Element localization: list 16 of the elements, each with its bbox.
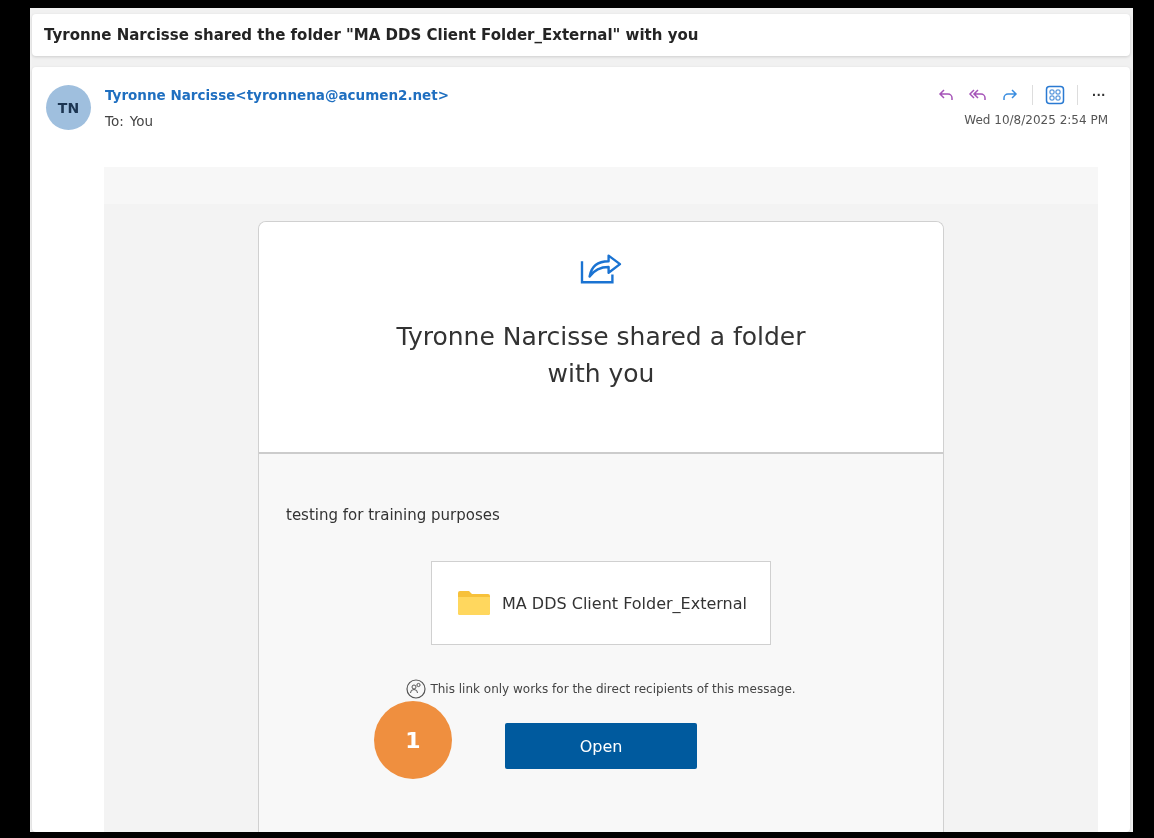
avatar: TN <box>46 85 91 130</box>
people-icon <box>406 679 427 699</box>
to-label: To: <box>105 113 124 129</box>
apps-icon[interactable] <box>1045 85 1065 105</box>
recipient: You <box>129 113 154 129</box>
open-button[interactable]: Open <box>505 723 697 769</box>
sender-link[interactable]: Tyronne Narcisse<tyronnena@acumen2.net> <box>105 87 922 103</box>
step-badge: 1 <box>374 701 452 779</box>
share-heading: Tyronne Narcisse shared a folder with you <box>395 321 807 390</box>
sent-date: Wed 10/8/2025 2:54 PM <box>964 113 1108 127</box>
link-notice: This link only works for the direct recipients of this message. <box>430 682 796 696</box>
share-message: testing for training purposes <box>286 506 500 524</box>
folder-link[interactable]: MA DDS Client Folder_External <box>431 561 771 645</box>
more-button[interactable]: ··· <box>1090 87 1108 103</box>
email-subject: Tyronne Narcisse shared the folder "MA DDS Client Folder_External" with you <box>44 26 699 44</box>
folder-icon <box>458 591 490 615</box>
